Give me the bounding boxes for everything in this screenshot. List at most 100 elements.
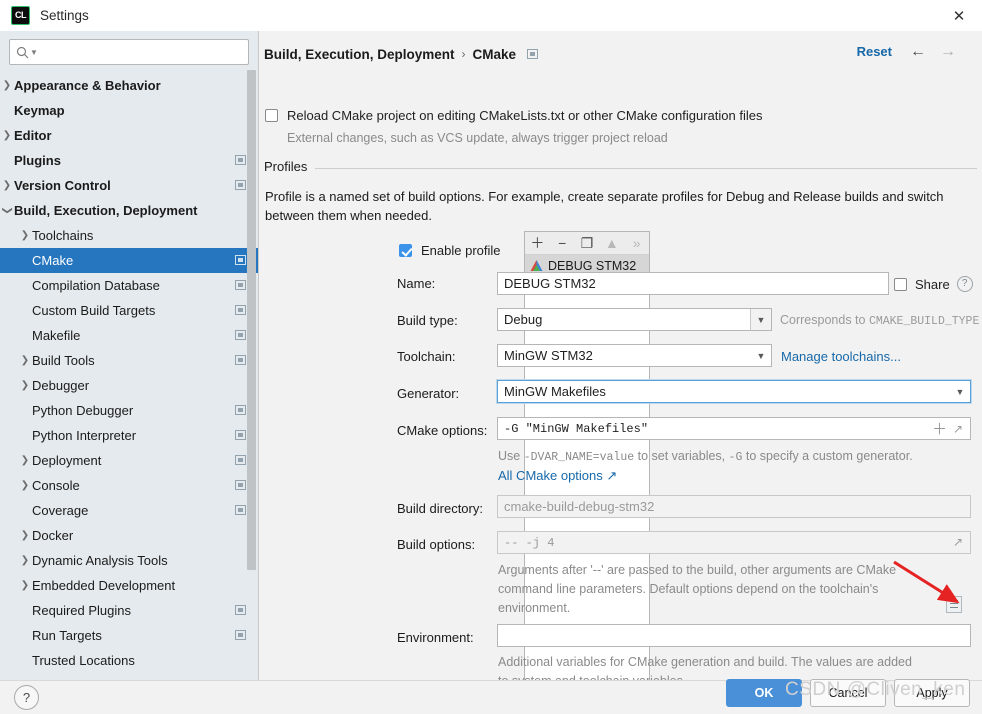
arrow-right-icon[interactable]: → — [940, 44, 956, 60]
sidebar-item-build-tools[interactable]: ❯ Build Tools — [0, 348, 258, 373]
share-row[interactable]: Share ? — [894, 276, 973, 292]
add-icon[interactable]: ＋ — [525, 232, 550, 254]
sidebar-item-plugins[interactable]: Plugins — [0, 148, 258, 173]
chevron-right-icon[interactable]: ❯ — [0, 123, 14, 148]
chevron-right-icon[interactable]: ❯ — [18, 523, 32, 548]
sidebar-item-label: Console — [32, 478, 80, 493]
sidebar-item-label: Custom Build Targets — [32, 303, 156, 318]
project-scope-icon — [235, 355, 246, 365]
profiles-description: Profile is a named set of build options.… — [265, 189, 944, 223]
chevron-right-icon[interactable]: ❯ — [18, 473, 32, 498]
sidebar-item-python-debugger[interactable]: Python Debugger — [0, 398, 258, 423]
chevron-right-icon[interactable]: ❯ — [18, 223, 32, 248]
sidebar-item-version-control[interactable]: ❯ Version Control — [0, 173, 258, 198]
manage-toolchains-link[interactable]: Manage toolchains... — [781, 349, 901, 364]
more-icon: » — [632, 235, 641, 251]
chevron-right-icon[interactable]: ❯ — [18, 573, 32, 598]
environment-input[interactable] — [497, 624, 971, 647]
chevron-down-icon[interactable]: ▼ — [950, 381, 970, 402]
dvar-name-token: -DVAR_NAME=value — [523, 451, 635, 464]
sidebar-item-console[interactable]: ❯ Console — [0, 473, 258, 498]
sidebar-item-deployment[interactable]: ❯ Deployment — [0, 448, 258, 473]
expand-icon[interactable]: ↗ — [953, 535, 963, 549]
sidebar-item-custom-build-targets[interactable]: Custom Build Targets — [0, 298, 258, 323]
sidebar-item-coverage[interactable]: Coverage — [0, 498, 258, 523]
sidebar-item-label: Python Interpreter — [32, 428, 137, 443]
sidebar-item-label: Editor — [14, 128, 52, 143]
sidebar-item-trusted-locations[interactable]: Trusted Locations — [0, 648, 258, 673]
help-circle-icon[interactable]: ? — [956, 276, 973, 292]
reset-button[interactable]: Reset — [857, 44, 892, 59]
build-type-dropdown[interactable]: Debug ▼ — [497, 308, 772, 331]
list-editor-icon[interactable] — [946, 596, 962, 613]
search-dropdown-icon[interactable]: ▼ — [30, 48, 38, 57]
arrow-left-icon[interactable]: ← — [910, 44, 926, 60]
remove-icon[interactable]: − — [550, 232, 575, 254]
sidebar-item-label: Coverage — [32, 503, 89, 518]
chevron-down-icon[interactable]: ▼ — [751, 345, 771, 366]
expand-icon[interactable]: ↗ — [953, 422, 963, 436]
build-directory-input[interactable]: cmake-build-debug-stm32 — [497, 495, 971, 518]
profile-list-item-label: DEBUG STM32 — [548, 258, 637, 273]
search-input[interactable] — [40, 44, 242, 60]
build-options-input[interactable]: -- -j 4 — [497, 531, 971, 554]
sidebar-item-toolchains[interactable]: ❯ Toolchains — [0, 223, 258, 248]
sidebar-scrollbar-thumb[interactable] — [247, 70, 256, 570]
group-divider — [315, 168, 977, 169]
reload-cmake-checkbox-row[interactable]: Reload CMake project on editing CMakeLis… — [265, 108, 762, 123]
enable-profile-checkbox[interactable] — [399, 244, 412, 257]
chevron-right-icon[interactable]: ❯ — [18, 548, 32, 573]
generator-dropdown[interactable]: MinGW Makefiles ▼ — [497, 380, 971, 403]
project-scope-icon — [235, 430, 246, 440]
breadcrumb-leaf: CMake — [472, 46, 517, 62]
cmake-options-input[interactable]: -G "MinGW Makefiles" — [497, 417, 971, 440]
sidebar-item-editor[interactable]: ❯ Editor — [0, 123, 258, 148]
copy-icon[interactable]: ❐ — [575, 232, 600, 254]
search-box[interactable]: ▼ — [9, 39, 249, 65]
sidebar-item-keymap[interactable]: Keymap — [0, 98, 258, 123]
project-scope-icon — [235, 505, 246, 515]
sidebar-item-compilation-database[interactable]: Compilation Database — [0, 273, 258, 298]
all-cmake-options-link[interactable]: All CMake options ↗ — [498, 468, 617, 484]
sidebar-item-cmake[interactable]: CMake — [0, 248, 258, 273]
generator-label: Generator: — [397, 386, 460, 401]
toolchain-label: Toolchain: — [397, 349, 456, 364]
reload-cmake-checkbox[interactable] — [265, 109, 278, 122]
chevron-right-icon[interactable]: ❯ — [0, 173, 14, 198]
name-input[interactable]: DEBUG STM32 — [497, 272, 889, 295]
sidebar-item-embedded-development[interactable]: ❯ Embedded Development — [0, 573, 258, 598]
chevron-right-icon[interactable]: ❯ — [18, 448, 32, 473]
close-icon[interactable]: ✕ — [936, 0, 982, 31]
sidebar-item-required-plugins[interactable]: Required Plugins — [0, 598, 258, 623]
sidebar-item-build-execution-deployment[interactable]: ❯ Build, Execution, Deployment — [0, 198, 258, 223]
plus-icon[interactable]: ＋ — [932, 422, 947, 437]
breadcrumb-root[interactable]: Build, Execution, Deployment — [264, 47, 455, 62]
search-container: ▼ — [0, 31, 258, 71]
chevron-right-icon[interactable]: ❯ — [0, 73, 14, 98]
chevron-right-icon[interactable]: ❯ — [18, 348, 32, 373]
share-checkbox[interactable] — [894, 277, 907, 291]
project-scope-icon — [527, 49, 539, 59]
chevron-down-icon[interactable]: ▼ — [750, 309, 771, 330]
enable-profile-row[interactable]: Enable profile — [399, 243, 501, 258]
project-scope-icon — [235, 255, 246, 265]
name-label: Name: — [397, 276, 436, 291]
help-icon[interactable]: ? — [14, 685, 39, 710]
sidebar-item-run-targets[interactable]: Run Targets — [0, 623, 258, 648]
sidebar-item-dynamic-analysis-tools[interactable]: ❯ Dynamic Analysis Tools — [0, 548, 258, 573]
sidebar-item-python-interpreter[interactable]: Python Interpreter — [0, 423, 258, 448]
cmake-options-value: -G "MinGW Makefiles" — [504, 421, 649, 436]
sidebar-item-label: Required Plugins — [32, 603, 132, 618]
chevron-right-icon[interactable]: ❯ — [18, 373, 32, 398]
chevron-down-icon[interactable]: ❯ — [0, 204, 20, 218]
toolchain-dropdown[interactable]: MinGW STM32 ▼ — [497, 344, 772, 367]
sidebar-item-makefile[interactable]: Makefile — [0, 323, 258, 348]
sidebar-item-appearance-behavior[interactable]: ❯ Appearance & Behavior — [0, 73, 258, 98]
profiles-group-header: Profiles — [264, 159, 977, 175]
sidebar-item-debugger[interactable]: ❯ Debugger — [0, 373, 258, 398]
sidebar-item-docker[interactable]: ❯ Docker — [0, 523, 258, 548]
